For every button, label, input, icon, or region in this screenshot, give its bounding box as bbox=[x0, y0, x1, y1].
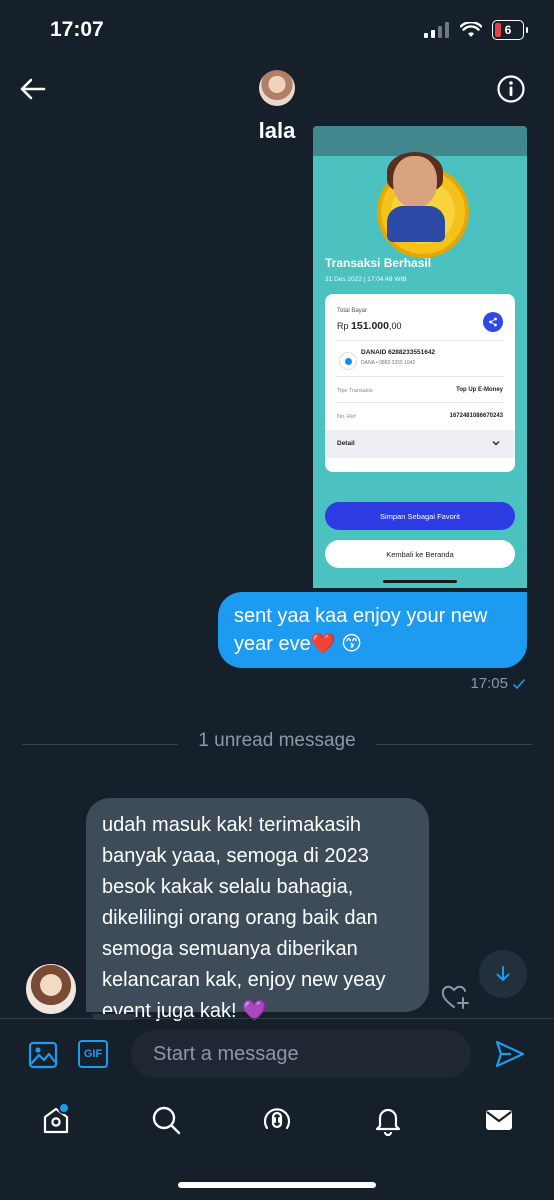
type-value: Top Up E-Money bbox=[456, 387, 503, 393]
dana-logo-icon bbox=[339, 352, 357, 370]
cellular-signal-icon bbox=[424, 22, 449, 38]
back-home-button: Kembali ke Beranda bbox=[325, 540, 515, 568]
ref-value: 1672481086670243 bbox=[449, 413, 503, 419]
messages-icon bbox=[486, 1110, 512, 1130]
battery-level: 6 bbox=[504, 23, 512, 37]
chevron-down-icon bbox=[492, 441, 500, 446]
recipient-name: DANAID 6288233551642 bbox=[361, 349, 436, 356]
unread-divider: 1 unread message bbox=[198, 730, 356, 751]
ref-label: No. Ref bbox=[337, 414, 356, 420]
battery-icon: 6 bbox=[492, 20, 524, 40]
status-time: 17:07 bbox=[50, 18, 104, 41]
search-icon bbox=[152, 1106, 181, 1135]
message-timestamp: 17:05 bbox=[470, 675, 526, 692]
send-icon bbox=[495, 1040, 525, 1068]
share-icon bbox=[483, 312, 503, 332]
type-label: Tipe Transaksi bbox=[337, 388, 373, 394]
nav-home[interactable] bbox=[38, 1102, 74, 1138]
home-indicator[interactable] bbox=[178, 1182, 376, 1188]
arrow-left-icon bbox=[20, 78, 46, 100]
notifications-icon bbox=[375, 1108, 401, 1136]
save-favorite-button: Simpan Sebagai Favorit bbox=[325, 502, 515, 530]
transaction-date: 31 Des 2022 | 17:04:48 WIB bbox=[325, 276, 407, 283]
avatar-illustration bbox=[393, 156, 437, 208]
sender-avatar[interactable] bbox=[26, 964, 76, 1014]
check-icon bbox=[512, 678, 526, 689]
timestamp-text: 17:05 bbox=[470, 675, 508, 692]
detail-label: Detail bbox=[337, 440, 355, 447]
message-input[interactable] bbox=[131, 1030, 471, 1078]
transaction-title: Transaksi Berhasil bbox=[325, 256, 432, 270]
scroll-to-bottom-button[interactable] bbox=[479, 950, 527, 998]
back-button[interactable] bbox=[16, 72, 50, 106]
reaction-tab bbox=[92, 1014, 136, 1020]
image-icon bbox=[28, 1041, 58, 1069]
receipt-card: Total Bayar Rp 151.000,00 DANAID 6288233… bbox=[325, 294, 515, 472]
send-button[interactable] bbox=[494, 1038, 526, 1075]
conversation-info-button[interactable] bbox=[494, 72, 528, 106]
nav-notifications[interactable] bbox=[370, 1102, 406, 1138]
attached-screenshot[interactable]: Transaksi Berhasil 31 Des 2022 | 17:04:4… bbox=[313, 126, 527, 588]
nav-search[interactable] bbox=[148, 1102, 184, 1138]
composer-divider bbox=[0, 1018, 554, 1019]
contact-avatar[interactable] bbox=[259, 70, 295, 106]
total-amount: Rp 151.000,00 bbox=[337, 320, 402, 332]
nav-messages[interactable] bbox=[481, 1102, 517, 1138]
detail-row: Detail bbox=[325, 430, 515, 458]
incoming-message[interactable]: udah masuk kak! terimakasih banyak yaaa,… bbox=[86, 798, 429, 1022]
nav-spaces[interactable] bbox=[259, 1102, 295, 1138]
arrow-down-icon bbox=[496, 966, 510, 981]
total-label: Total Bayar bbox=[337, 308, 368, 314]
notification-dot bbox=[58, 1102, 70, 1114]
outgoing-message[interactable]: sent yaa kaa enjoy your new year eve❤️ 😙 bbox=[218, 592, 527, 668]
add-gif-button[interactable]: GIF bbox=[78, 1040, 108, 1068]
add-reaction-button[interactable] bbox=[440, 982, 470, 1012]
heart-plus-icon bbox=[441, 985, 469, 1009]
add-image-button[interactable] bbox=[28, 1040, 58, 1075]
wifi-icon bbox=[460, 22, 482, 37]
status-icons: 6 bbox=[424, 20, 528, 40]
info-icon bbox=[497, 75, 525, 103]
recipient-number: DANA • 0882 3355 1642 bbox=[361, 360, 416, 366]
spaces-icon bbox=[263, 1108, 291, 1130]
